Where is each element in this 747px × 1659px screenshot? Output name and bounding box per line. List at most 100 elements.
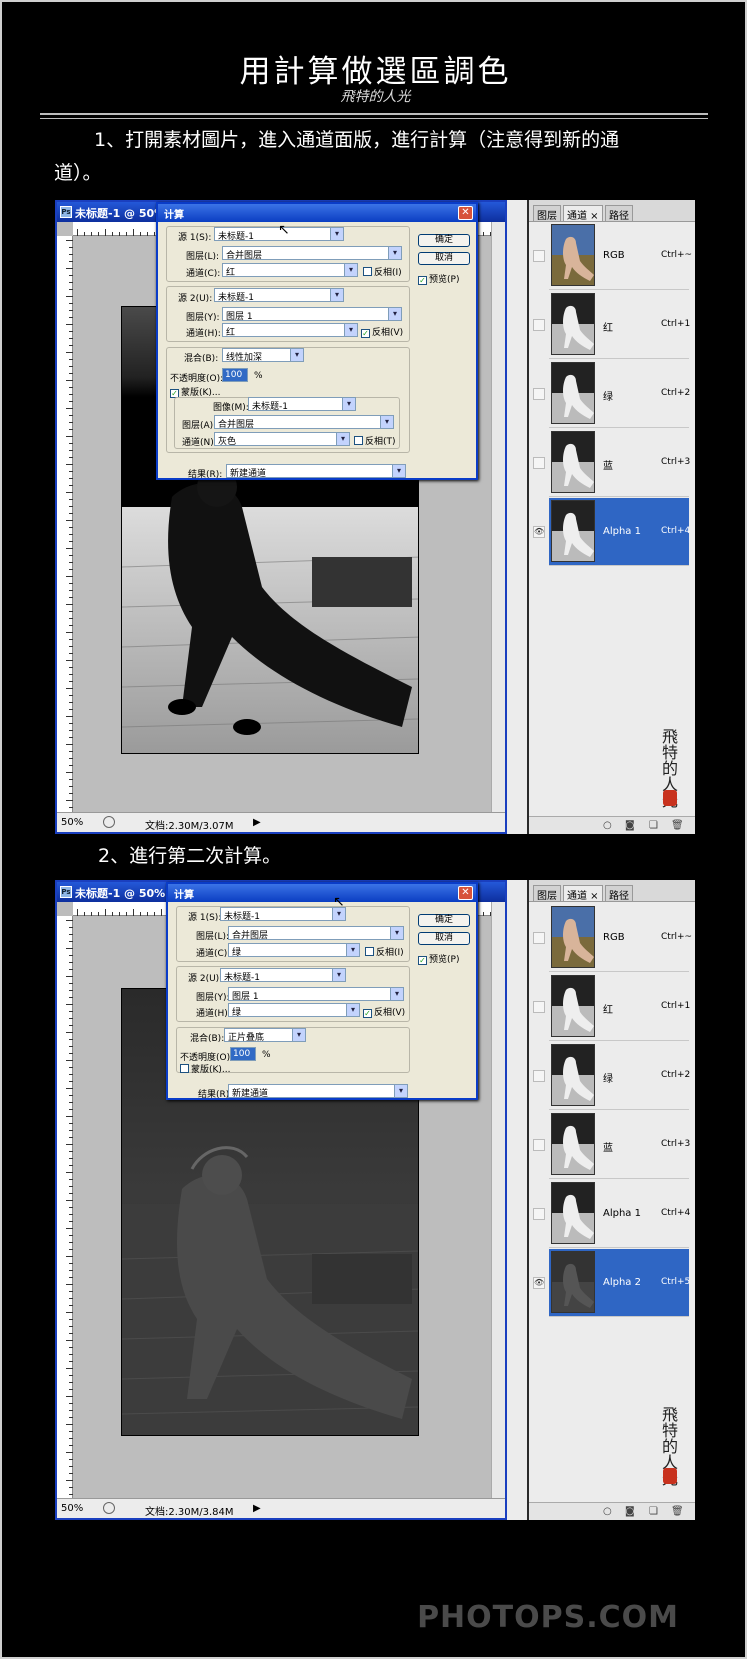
mask-invert-checkbox[interactable]: 反相(T) xyxy=(354,434,396,447)
zoom-readout[interactable]: 50% xyxy=(61,817,83,828)
ok-button[interactable]: 确定 xyxy=(418,234,470,247)
ok-button[interactable]: 确定 xyxy=(418,914,470,927)
doc-size: 文档:2.30M/3.07M xyxy=(145,821,234,832)
cancel-button[interactable]: 取消 xyxy=(418,932,470,945)
status-info-icon[interactable] xyxy=(103,816,115,828)
mask-channel-select[interactable]: 灰色 xyxy=(214,432,350,446)
trash-icon[interactable]: 🗑 xyxy=(671,1506,684,1517)
visibility-eye-icon[interactable] xyxy=(533,319,545,331)
vertical-scrollbar[interactable] xyxy=(491,902,505,1498)
tab-layers[interactable]: 图层 xyxy=(533,885,561,902)
tutorial-page: 用計算做選區調色 飛特的人光 1、打開素材圖片，進入通道面版，進行計算（注意得到… xyxy=(0,0,747,1659)
vertical-scrollbar[interactable] xyxy=(491,222,505,812)
blend-select[interactable]: 线性加深 xyxy=(222,348,304,362)
cancel-button[interactable]: 取消 xyxy=(418,252,470,265)
opacity-input[interactable]: 100 xyxy=(230,1047,256,1061)
source2-select[interactable]: 未标题-1 xyxy=(220,968,346,982)
source1-layer-select[interactable]: 合并图层 xyxy=(222,246,402,260)
photoshop-icon: Ps xyxy=(60,206,72,218)
channel-row[interactable]: RGB Ctrl+~ xyxy=(533,222,692,290)
channel-thumbnail xyxy=(551,1044,595,1106)
channel-thumbnail xyxy=(551,906,595,968)
source2-select[interactable]: 未标题-1 xyxy=(214,288,344,302)
source1-channel-label: 通道(C): xyxy=(186,269,221,279)
doc-size: 文档:2.30M/3.84M xyxy=(145,1507,234,1518)
source1-channel-select[interactable]: 红 xyxy=(222,263,358,277)
channel-row[interactable]: 绿 Ctrl+2 xyxy=(533,1042,691,1110)
result-select[interactable]: 新建通道 xyxy=(228,1084,408,1098)
channel-shortcut: Ctrl+1 xyxy=(661,1001,691,1011)
source1-invert-checkbox[interactable]: 反相(I) xyxy=(363,265,402,278)
visibility-eye-icon[interactable] xyxy=(533,1208,545,1220)
source2-channel-select[interactable]: 红 xyxy=(222,323,358,337)
visibility-eye-icon[interactable] xyxy=(533,1001,545,1013)
status-info-icon[interactable] xyxy=(103,1502,115,1514)
mask-checkbox[interactable]: 蒙版(K)... xyxy=(180,1062,231,1075)
visibility-eye-icon[interactable]: 👁 xyxy=(533,1277,545,1289)
opacity-unit: % xyxy=(254,371,263,381)
channel-name: 红 xyxy=(603,323,613,334)
channel-name: Alpha 2 xyxy=(603,1277,641,1288)
save-selection-icon[interactable]: ◙ xyxy=(625,820,635,831)
source2-invert-checkbox[interactable]: ✓ 反相(V) xyxy=(363,1005,405,1018)
source2-label: 源 2(U): xyxy=(188,974,223,984)
window-title: 未标题-1 @ 50% xyxy=(75,887,166,900)
source2-layer-select[interactable]: 图层 1 xyxy=(222,307,402,321)
channel-shortcut: Ctrl+1 xyxy=(661,319,691,329)
source1-select[interactable]: 未标题-1 xyxy=(220,907,346,921)
ruler-vertical[interactable] xyxy=(57,236,73,815)
tab-channels[interactable]: 通道 × xyxy=(563,205,603,222)
channel-thumbnail xyxy=(551,293,595,355)
channel-shortcut: Ctrl+2 xyxy=(661,1070,691,1080)
channel-row[interactable]: 红 Ctrl+1 xyxy=(533,291,691,359)
channel-row[interactable]: 👁 Alpha 2 Ctrl+5 xyxy=(533,1249,690,1317)
opacity-input[interactable]: 100 xyxy=(222,368,248,382)
new-channel-icon[interactable]: ❏ xyxy=(649,820,658,831)
visibility-eye-icon[interactable] xyxy=(533,388,545,400)
visibility-eye-icon[interactable]: 👁 xyxy=(533,526,545,538)
channel-shortcut: Ctrl+4 xyxy=(661,1208,691,1218)
ruler-vertical[interactable] xyxy=(57,916,73,1498)
visibility-eye-icon[interactable] xyxy=(533,932,545,944)
tab-paths[interactable]: 路径 xyxy=(605,205,633,222)
source1-invert-checkbox[interactable]: 反相(I) xyxy=(365,945,404,958)
visibility-eye-icon[interactable] xyxy=(533,1139,545,1151)
mask-layer-select[interactable]: 合并图层 xyxy=(214,415,394,429)
channel-name: RGB xyxy=(603,250,625,261)
source2-invert-checkbox[interactable]: ✓ 反相(V) xyxy=(361,325,403,338)
visibility-eye-icon[interactable] xyxy=(533,250,545,262)
load-selection-icon[interactable]: ○ xyxy=(603,1506,612,1517)
source1-layer-select[interactable]: 合并图层 xyxy=(228,926,404,940)
channel-row[interactable]: 👁 Alpha 1 Ctrl+4 xyxy=(533,498,690,566)
load-selection-icon[interactable]: ○ xyxy=(603,820,612,831)
source2-channel-label: 通道(H): xyxy=(196,1009,231,1019)
trash-icon[interactable]: 🗑 xyxy=(671,820,684,831)
dialog-close-button[interactable]: ✕ xyxy=(458,206,473,220)
mask-image-select[interactable]: 未标题-1 xyxy=(248,397,356,411)
channel-row[interactable]: Alpha 1 Ctrl+4 xyxy=(533,1180,691,1248)
visibility-eye-icon[interactable] xyxy=(533,457,545,469)
visibility-eye-icon[interactable] xyxy=(533,1070,545,1082)
channel-row[interactable]: RGB Ctrl+~ xyxy=(533,904,692,972)
source2-layer-select[interactable]: 图层 1 xyxy=(228,987,404,1001)
new-channel-icon[interactable]: ❏ xyxy=(649,1506,658,1517)
channel-row[interactable]: 蓝 Ctrl+3 xyxy=(533,429,690,497)
tab-paths[interactable]: 路径 xyxy=(605,885,633,902)
tab-layers[interactable]: 图层 xyxy=(533,205,561,222)
result-select[interactable]: 新建通道 xyxy=(226,464,406,478)
status-arrow-icon[interactable]: ▶ xyxy=(253,817,261,828)
tab-channels[interactable]: 通道 × xyxy=(563,885,603,902)
channel-row[interactable]: 绿 Ctrl+2 xyxy=(533,360,690,428)
dialog-close-button[interactable]: ✕ xyxy=(458,886,473,900)
seal-stamp xyxy=(663,1468,677,1484)
preview-checkbox[interactable]: ✓ 预览(P) xyxy=(418,952,459,965)
channel-row[interactable]: 红 Ctrl+1 xyxy=(533,973,691,1041)
source2-channel-select[interactable]: 绿 xyxy=(228,1003,360,1017)
status-arrow-icon[interactable]: ▶ xyxy=(253,1503,261,1514)
source1-channel-select[interactable]: 绿 xyxy=(228,943,360,957)
channel-row[interactable]: 蓝 Ctrl+3 xyxy=(533,1111,690,1179)
preview-checkbox[interactable]: ✓ 预览(P) xyxy=(418,272,459,285)
save-selection-icon[interactable]: ◙ xyxy=(625,1506,635,1517)
blend-select[interactable]: 正片叠底 xyxy=(224,1028,306,1042)
zoom-readout[interactable]: 50% xyxy=(61,1503,83,1514)
